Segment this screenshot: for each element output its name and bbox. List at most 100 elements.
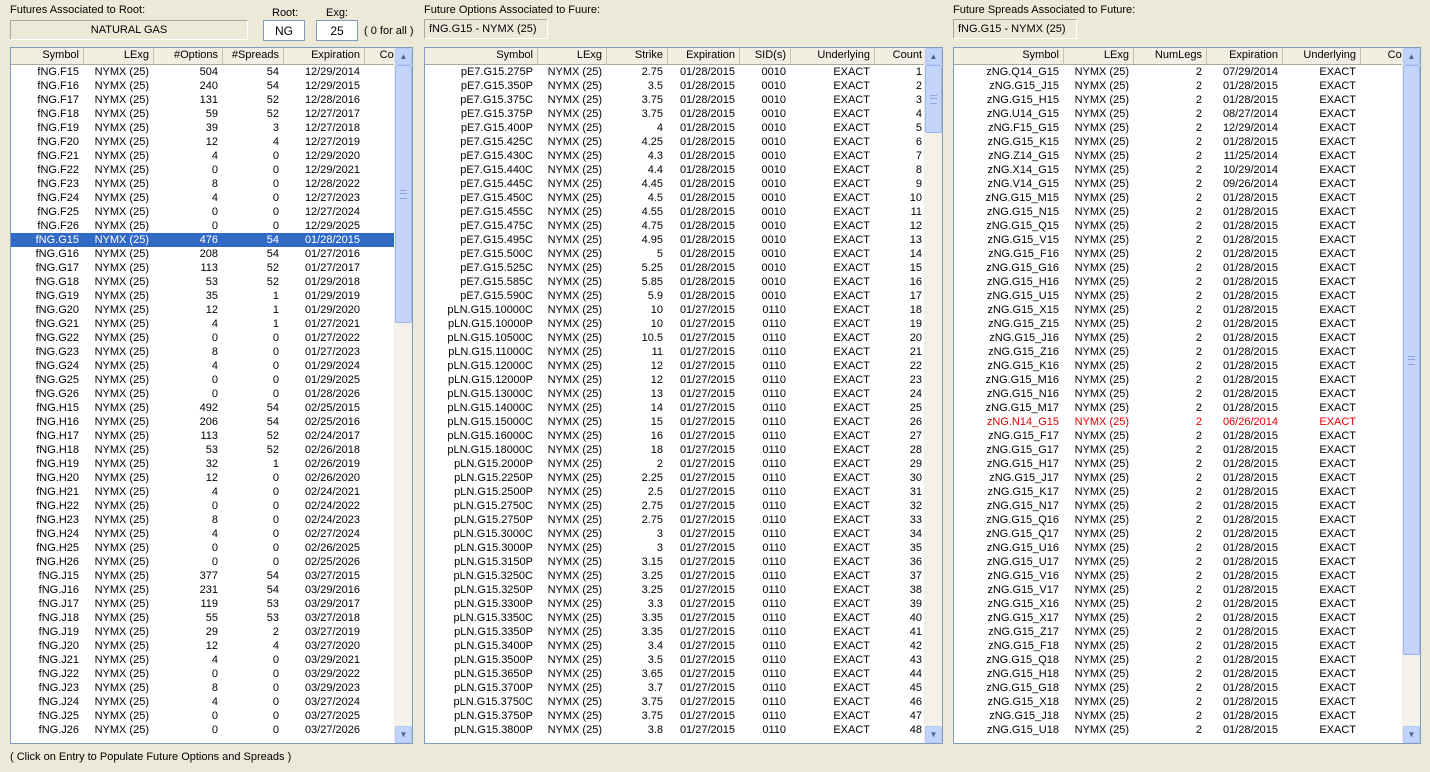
column-header-lexg[interactable]: LExg — [538, 48, 607, 64]
table-row[interactable]: pLN.G15.3350P NYMX (25) 3.35 01/27/2015 0110… — [425, 625, 927, 639]
table-row[interactable]: pLN.G15.2750P NYMX (25) 2.75 01/27/2015 0110… — [425, 513, 927, 527]
table-row[interactable]: fNG.G20NYMX (25)12101/29/202018 — [11, 303, 412, 317]
table-row[interactable]: fNG.G21NYMX (25)4101/27/202119 — [11, 317, 412, 331]
scroll-thumb[interactable] — [1403, 65, 1420, 655]
table-row[interactable]: fNG.F20NYMX (25)12412/27/20196 — [11, 135, 412, 149]
table-row[interactable]: pLN.G15.3800P NYMX (25) 3.8 01/27/2015 0110 E… — [425, 723, 927, 737]
table-row[interactable]: zNG.G15_V16NYMX (25)201/28/2015EXACT37 — [954, 569, 1420, 583]
spreads-list[interactable]: SymbolLExgNumLegsExpirationUnderlyingCou… — [953, 47, 1421, 744]
table-row[interactable]: pLN.G15.3000P NYMX (25) 3 01/27/2015 0110 EXA… — [425, 541, 927, 555]
table-row[interactable]: pLN.G15.2000P NYMX (25) 2 01/27/2015 0110 EXA… — [425, 457, 927, 471]
table-row[interactable]: pE7.G15.425C NYMX (25) 4.25 01/28/2015 0010 E… — [425, 135, 927, 149]
table-row[interactable]: zNG.G15_F17NYMX (25)201/28/2015EXACT27 — [954, 429, 1420, 443]
table-row[interactable]: zNG.U14_G15NYMX (25)208/27/2014EXACT4 — [954, 107, 1420, 121]
table-row[interactable]: pE7.G15.430C NYMX (25) 4.3 01/28/2015 0010 EX… — [425, 149, 927, 163]
futures-list-rows[interactable]: fNG.F15 NYMX (25) 504 54 12/29/2014 1 fNG.F16 N… — [11, 65, 412, 743]
table-row[interactable]: zNG.V14_G15NYMX (25)209/26/2014EXACT9 — [954, 177, 1420, 191]
table-row[interactable]: pE7.G15.350P NYMX (25) 3.5 01/28/2015 0010 EX… — [425, 79, 927, 93]
column-header-options[interactable]: #Options — [154, 48, 223, 64]
table-row[interactable]: fNG.H22NYMX (25)0002/24/202232 — [11, 499, 412, 513]
table-row[interactable]: pLN.G15.10000P NYMX (25) 10 01/27/2015 0110 E… — [425, 317, 927, 331]
table-row[interactable]: fNG.F19NYMX (25)39312/27/20185 — [11, 121, 412, 135]
table-row[interactable]: zNG.G15_X18NYMX (25)201/28/2015EXACT46 — [954, 695, 1420, 709]
table-row[interactable]: fNG.H15NYMX (25)4925402/25/201525 — [11, 401, 412, 415]
table-row[interactable]: zNG.G15_F18NYMX (25)201/28/2015EXACT42 — [954, 639, 1420, 653]
column-header-expiration[interactable]: Expiration — [668, 48, 740, 64]
table-row[interactable]: pLN.G15.3400P NYMX (25) 3.4 01/27/2015 0110 E… — [425, 639, 927, 653]
root-input[interactable]: NG — [263, 20, 305, 41]
table-row[interactable]: zNG.G15_H15NYMX (25)201/28/2015EXACT3 — [954, 93, 1420, 107]
table-row[interactable]: pLN.G15.14000C NYMX (25) 14 01/27/2015 0110 E… — [425, 401, 927, 415]
table-row[interactable]: zNG.G15_Q17NYMX (25)201/28/2015EXACT34 — [954, 527, 1420, 541]
column-header-symbol[interactable]: Symbol — [11, 48, 84, 64]
scroll-up-arrow-icon[interactable]: ▲ — [395, 48, 412, 65]
table-row[interactable]: fNG.J18NYMX (25)555303/27/201840 — [11, 611, 412, 625]
table-row[interactable]: fNG.J20NYMX (25)12403/27/202042 — [11, 639, 412, 653]
table-row[interactable]: fNG.H20NYMX (25)12002/26/202030 — [11, 471, 412, 485]
scroll-down-arrow-icon[interactable]: ▼ — [395, 726, 412, 743]
table-row[interactable]: pLN.G15.3750P NYMX (25) 3.75 01/27/2015 0110… — [425, 709, 927, 723]
table-row[interactable]: zNG.G15_J18NYMX (25)201/28/2015EXACT47 — [954, 709, 1420, 723]
table-row[interactable]: zNG.N14_G15NYMX (25)206/26/2014EXACT26 — [954, 415, 1420, 429]
table-row[interactable]: fNG.J16NYMX (25)2315403/29/201638 — [11, 583, 412, 597]
table-row[interactable]: zNG.G15_H18NYMX (25)201/28/2015EXACT44 — [954, 667, 1420, 681]
table-row[interactable]: fNG.G26NYMX (25)0001/28/202624 — [11, 387, 412, 401]
table-row[interactable]: zNG.G15_Z17NYMX (25)201/28/2015EXACT41 — [954, 625, 1420, 639]
scroll-thumb[interactable] — [395, 65, 412, 323]
table-row[interactable]: zNG.Q14_G15NYMX (25)207/29/2014EXACT1 — [954, 65, 1420, 79]
table-row[interactable]: pLN.G15.3250C NYMX (25) 3.25 01/27/2015 0110… — [425, 569, 927, 583]
table-row[interactable]: fNG.F26NYMX (25)0012/29/202512 — [11, 219, 412, 233]
column-header-underlying[interactable]: Underlying — [791, 48, 875, 64]
column-header-strike[interactable]: Strike — [607, 48, 668, 64]
table-row[interactable]: pLN.G15.13000C NYMX (25) 13 01/27/2015 0110 E… — [425, 387, 927, 401]
table-row[interactable]: fNG.H19NYMX (25)32102/26/201929 — [11, 457, 412, 471]
table-row[interactable]: pLN.G15.2250P NYMX (25) 2.25 01/27/2015 0110… — [425, 471, 927, 485]
table-row[interactable]: pLN.G15.2500P NYMX (25) 2.5 01/27/2015 0110 E… — [425, 485, 927, 499]
table-row[interactable]: fNG.H23NYMX (25)8002/24/202333 — [11, 513, 412, 527]
table-row[interactable]: pE7.G15.585C NYMX (25) 5.85 01/28/2015 0010 E… — [425, 275, 927, 289]
table-row[interactable]: pLN.G15.3350C NYMX (25) 3.35 01/27/2015 0110… — [425, 611, 927, 625]
table-row[interactable]: zNG.G15_U15NYMX (25)201/28/2015EXACT17 — [954, 289, 1420, 303]
table-row[interactable]: zNG.G15_Z15NYMX (25)201/28/2015EXACT19 — [954, 317, 1420, 331]
column-header-lexg[interactable]: LExg — [84, 48, 154, 64]
table-row[interactable]: pE7.G15.590C NYMX (25) 5.9 01/28/2015 0010 EX… — [425, 289, 927, 303]
table-row[interactable]: fNG.H18NYMX (25)535202/26/201828 — [11, 443, 412, 457]
exg-input[interactable]: 25 — [316, 20, 358, 41]
scroll-up-arrow-icon[interactable]: ▲ — [1403, 48, 1420, 65]
table-row[interactable]: zNG.G15_U18NYMX (25)201/28/2015EXACT48 — [954, 723, 1420, 737]
table-row[interactable]: zNG.G15_M15NYMX (25)201/28/2015EXACT10 — [954, 191, 1420, 205]
table-row[interactable]: zNG.G15_J15NYMX (25)201/28/2015EXACT2 — [954, 79, 1420, 93]
table-row[interactable]: zNG.G15_U16NYMX (25)201/28/2015EXACT35 — [954, 541, 1420, 555]
table-row[interactable]: pLN.G15.3700P NYMX (25) 3.7 01/27/2015 0110 E… — [425, 681, 927, 695]
table-row[interactable]: zNG.G15_G16NYMX (25)201/28/2015EXACT15 — [954, 261, 1420, 275]
table-row[interactable]: fNG.H25NYMX (25)0002/26/202535 — [11, 541, 412, 555]
column-header-spreads[interactable]: #Spreads — [223, 48, 284, 64]
table-row[interactable]: fNG.G22NYMX (25)0001/27/202220 — [11, 331, 412, 345]
table-row[interactable]: fNG.F18NYMX (25)595212/27/20174 — [11, 107, 412, 121]
table-row[interactable]: zNG.F15_G15NYMX (25)212/29/2014EXACT5 — [954, 121, 1420, 135]
spreads-list-rows[interactable]: zNG.Q14_G15NYMX (25)207/29/2014EXACT1zNG… — [954, 65, 1420, 743]
table-row[interactable]: pLN.G15.12000P NYMX (25) 12 01/27/2015 0110 E… — [425, 373, 927, 387]
table-row[interactable]: pLN.G15.12000C NYMX (25) 12 01/27/2015 0110 E… — [425, 359, 927, 373]
column-header-expiration[interactable]: Expiration — [1207, 48, 1283, 64]
table-row[interactable]: pLN.G15.2750C NYMX (25) 2.75 01/27/2015 0110… — [425, 499, 927, 513]
table-row[interactable]: zNG.G15_K16NYMX (25)201/28/2015EXACT22 — [954, 359, 1420, 373]
table-row[interactable]: fNG.G18NYMX (25)535201/29/201816 — [11, 275, 412, 289]
table-row[interactable]: zNG.G15_X15NYMX (25)201/28/2015EXACT18 — [954, 303, 1420, 317]
table-row[interactable]: pLN.G15.15000C NYMX (25) 15 01/27/2015 0110 E… — [425, 415, 927, 429]
column-header-symbol[interactable]: Symbol — [425, 48, 538, 64]
options-list[interactable]: Symbol LExg Strike Expiration SID(s) Underlyi… — [424, 47, 943, 744]
table-row[interactable]: fNG.J22NYMX (25)0003/29/202244 — [11, 667, 412, 681]
table-row[interactable]: zNG.G15_M17NYMX (25)201/28/2015EXACT25 — [954, 401, 1420, 415]
table-row[interactable]: pLN.G15.18000C NYMX (25) 18 01/27/2015 0110 E… — [425, 443, 927, 457]
table-row[interactable]: fNG.G15NYMX (25)4765401/28/201513 — [11, 233, 412, 247]
table-row[interactable]: zNG.G15_J16NYMX (25)201/28/2015EXACT20 — [954, 331, 1420, 345]
table-row[interactable]: zNG.G15_G17NYMX (25)201/28/2015EXACT28 — [954, 443, 1420, 457]
table-row[interactable]: pLN.G15.3500P NYMX (25) 3.5 01/27/2015 0110 E… — [425, 653, 927, 667]
table-row[interactable]: pE7.G15.400P NYMX (25) 4 01/28/2015 0010 EXAC… — [425, 121, 927, 135]
table-row[interactable]: fNG.G17NYMX (25)1135201/27/201715 — [11, 261, 412, 275]
table-row[interactable]: zNG.G15_X16NYMX (25)201/28/2015EXACT39 — [954, 597, 1420, 611]
table-row[interactable]: fNG.F22NYMX (25)0012/29/20218 — [11, 163, 412, 177]
table-row[interactable]: zNG.G15_X17NYMX (25)201/28/2015EXACT40 — [954, 611, 1420, 625]
column-header-lexg[interactable]: LExg — [1064, 48, 1134, 64]
